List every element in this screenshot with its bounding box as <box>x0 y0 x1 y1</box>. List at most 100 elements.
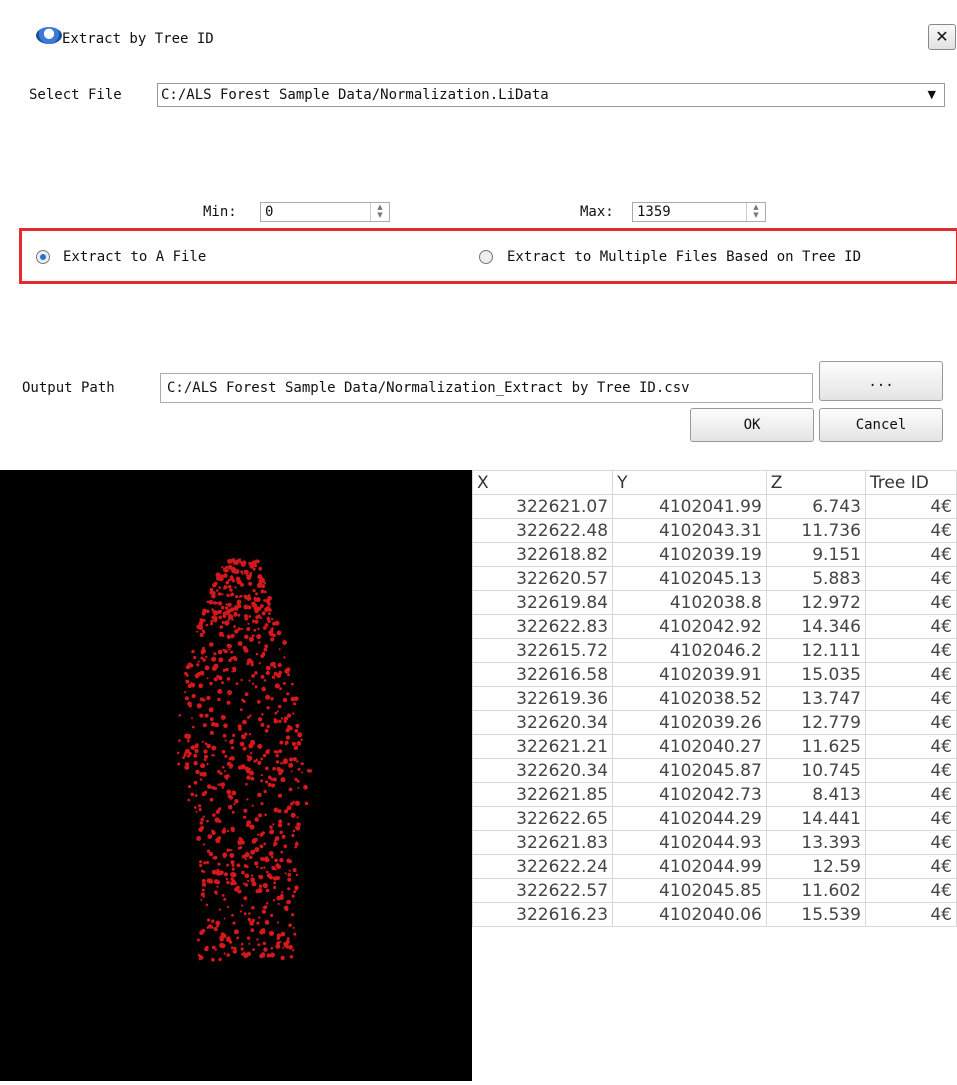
cell-y[interactable]: 4102044.93 <box>612 830 767 855</box>
cell-tree-id[interactable]: 4€ <box>864 662 957 687</box>
cell-tree-id[interactable]: 4€ <box>864 782 957 807</box>
cell-z[interactable]: 13.393 <box>765 830 866 855</box>
output-path-field[interactable]: C:/ALS Forest Sample Data/Normalization_… <box>160 373 813 403</box>
cell-tree-id[interactable]: 4€ <box>864 542 957 567</box>
cell-y[interactable]: 4102044.29 <box>612 806 767 831</box>
cell-z[interactable]: 12.59 <box>765 854 866 879</box>
cell-z[interactable]: 12.779 <box>765 710 866 735</box>
select-file-dropdown[interactable]: C:/ALS Forest Sample Data/Normalization.… <box>157 83 945 107</box>
cell-y[interactable]: 4102043.31 <box>612 518 767 543</box>
table-row[interactable]: 322616.23 4102040.06 15.539 4€ <box>472 902 957 927</box>
cell-y[interactable]: 4102046.2 <box>612 638 767 663</box>
cell-tree-id[interactable]: 4€ <box>864 518 957 543</box>
table-row[interactable]: 322622.83 4102042.92 14.346 4€ <box>472 614 957 639</box>
cell-tree-id[interactable]: 4€ <box>864 902 957 927</box>
ok-button[interactable]: OK <box>690 408 814 442</box>
table-row[interactable]: 322622.24 4102044.99 12.59 4€ <box>472 854 957 879</box>
cell-z[interactable]: 11.736 <box>765 518 866 543</box>
cell-x[interactable]: 322615.72 <box>472 638 614 663</box>
cell-y[interactable]: 4102040.06 <box>612 902 767 927</box>
cell-z[interactable]: 12.972 <box>765 590 866 615</box>
cell-tree-id[interactable]: 4€ <box>864 710 957 735</box>
cell-z[interactable]: 6.743 <box>765 494 866 519</box>
cell-x[interactable]: 322620.34 <box>472 710 614 735</box>
cell-y[interactable]: 4102041.99 <box>612 494 767 519</box>
cell-y[interactable]: 4102038.52 <box>612 686 767 711</box>
close-button[interactable]: ✕ <box>928 24 956 50</box>
table-row[interactable]: 322622.65 4102044.29 14.441 4€ <box>472 806 957 831</box>
cell-z[interactable]: 14.441 <box>765 806 866 831</box>
spin-arrows-icon[interactable]: ▲ ▼ <box>370 203 389 221</box>
cancel-button[interactable]: Cancel <box>819 408 943 442</box>
extract-to-a-file-label[interactable]: Extract to A File <box>63 249 206 265</box>
cell-y[interactable]: 4102039.19 <box>612 542 767 567</box>
table-row[interactable]: 322620.34 4102039.26 12.779 4€ <box>472 710 957 735</box>
cell-y[interactable]: 4102038.8 <box>612 590 767 615</box>
cell-tree-id[interactable]: 4€ <box>864 806 957 831</box>
cell-z[interactable]: 11.625 <box>765 734 866 759</box>
cell-x[interactable]: 322622.57 <box>472 878 614 903</box>
cell-z[interactable]: 11.602 <box>765 878 866 903</box>
cell-y[interactable]: 4102045.87 <box>612 758 767 783</box>
cell-z[interactable]: 14.346 <box>765 614 866 639</box>
cell-z[interactable]: 8.413 <box>765 782 866 807</box>
extract-to-multiple-files-radio[interactable] <box>479 250 493 264</box>
table-row[interactable]: 322621.21 4102040.27 11.625 4€ <box>472 734 957 759</box>
table-row[interactable]: 322616.58 4102039.91 15.035 4€ <box>472 662 957 687</box>
cell-z[interactable]: 5.883 <box>765 566 866 591</box>
cell-tree-id[interactable]: 4€ <box>864 854 957 879</box>
cell-y[interactable]: 4102039.91 <box>612 662 767 687</box>
table-row[interactable]: 322615.72 4102046.2 12.111 4€ <box>472 638 957 663</box>
cell-y[interactable]: 4102045.13 <box>612 566 767 591</box>
cell-tree-id[interactable]: 4€ <box>864 878 957 903</box>
cell-tree-id[interactable]: 4€ <box>864 590 957 615</box>
cell-x[interactable]: 322621.85 <box>472 782 614 807</box>
table-row[interactable]: 322621.07 4102041.99 6.743 4€ <box>472 494 957 519</box>
cell-tree-id[interactable]: 4€ <box>864 566 957 591</box>
table-row[interactable]: 322618.82 4102039.19 9.151 4€ <box>472 542 957 567</box>
cell-y[interactable]: 4102040.27 <box>612 734 767 759</box>
cell-x[interactable]: 322622.83 <box>472 614 614 639</box>
cell-tree-id[interactable]: 4€ <box>864 758 957 783</box>
cell-tree-id[interactable]: 4€ <box>864 638 957 663</box>
cell-x[interactable]: 322620.34 <box>472 758 614 783</box>
extract-to-multiple-files-label[interactable]: Extract to Multiple Files Based on Tree … <box>507 249 861 265</box>
min-spinbox[interactable]: 0 ▲ ▼ <box>260 202 390 222</box>
csv-table-view[interactable]: X Y Z Tree ID 322621.07 4102041.99 6.743 4€… <box>472 470 957 1081</box>
extract-to-a-file-radio[interactable] <box>36 250 50 264</box>
cell-y[interactable]: 4102045.85 <box>612 878 767 903</box>
cell-x[interactable]: 322616.23 <box>472 902 614 927</box>
cell-tree-id[interactable]: 4€ <box>864 686 957 711</box>
cell-x[interactable]: 322619.84 <box>472 590 614 615</box>
cell-y[interactable]: 4102042.73 <box>612 782 767 807</box>
cell-z[interactable]: 15.539 <box>765 902 866 927</box>
table-row[interactable]: 322619.84 4102038.8 12.972 4€ <box>472 590 957 615</box>
table-row[interactable]: 322622.57 4102045.85 11.602 4€ <box>472 878 957 903</box>
cell-x[interactable]: 322620.57 <box>472 566 614 591</box>
table-row[interactable]: 322619.36 4102038.52 13.747 4€ <box>472 686 957 711</box>
cell-x[interactable]: 322621.21 <box>472 734 614 759</box>
cell-tree-id[interactable]: 4€ <box>864 494 957 519</box>
cell-x[interactable]: 322616.58 <box>472 662 614 687</box>
table-row[interactable]: 322621.85 4102042.73 8.413 4€ <box>472 782 957 807</box>
cell-tree-id[interactable]: 4€ <box>864 614 957 639</box>
cell-x[interactable]: 322622.48 <box>472 518 614 543</box>
cell-x[interactable]: 322621.83 <box>472 830 614 855</box>
cell-x[interactable]: 322621.07 <box>472 494 614 519</box>
cell-z[interactable]: 13.747 <box>765 686 866 711</box>
chevron-down-icon[interactable]: ▼ <box>928 88 936 101</box>
cell-x[interactable]: 322619.36 <box>472 686 614 711</box>
cell-y[interactable]: 4102042.92 <box>612 614 767 639</box>
max-spinbox[interactable]: 1359 ▲ ▼ <box>632 202 766 222</box>
table-row[interactable]: 322620.57 4102045.13 5.883 4€ <box>472 566 957 591</box>
cell-x[interactable]: 322622.65 <box>472 806 614 831</box>
point-cloud-viewer[interactable] <box>0 470 472 1081</box>
cell-z[interactable]: 9.151 <box>765 542 866 567</box>
cell-z[interactable]: 10.745 <box>765 758 866 783</box>
cell-z[interactable]: 15.035 <box>765 662 866 687</box>
cell-y[interactable]: 4102044.99 <box>612 854 767 879</box>
cell-x[interactable]: 322622.24 <box>472 854 614 879</box>
cell-y[interactable]: 4102039.26 <box>612 710 767 735</box>
cell-z[interactable]: 12.111 <box>765 638 866 663</box>
browse-button[interactable]: ... <box>819 361 943 401</box>
